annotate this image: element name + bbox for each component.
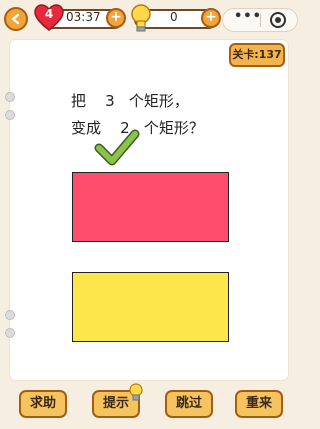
plus-icon: + <box>205 9 217 25</box>
back-button[interactable] <box>4 7 28 31</box>
back-arrow-icon <box>11 13 20 25</box>
add-hint-button[interactable]: + <box>201 8 221 28</box>
add-lives-button[interactable]: + <box>106 8 126 28</box>
lives-count: 4 <box>44 7 54 21</box>
timer-text: 03:37 <box>66 10 101 24</box>
restart-button[interactable]: 重来 <box>235 390 283 418</box>
red-rectangle[interactable] <box>72 172 229 242</box>
plus-icon: + <box>110 9 122 25</box>
hint-count: 0 <box>170 10 178 24</box>
lightbulb-icon <box>131 4 151 32</box>
binder-ring <box>5 110 15 120</box>
lightbulb-icon <box>129 383 143 401</box>
help-button[interactable]: 求助 <box>19 390 67 418</box>
binder-ring <box>5 328 15 338</box>
binder-ring <box>5 92 15 102</box>
top-bar: 4 03:37 + 0 + ••• <box>0 0 300 38</box>
question-line-1: 把 3 个矩形， <box>71 92 189 110</box>
level-tag: 关卡:137 <box>229 43 285 67</box>
skip-button[interactable]: 跳过 <box>165 390 213 418</box>
yellow-rectangle[interactable] <box>72 272 229 342</box>
menu-dots-icon[interactable]: ••• <box>234 9 262 24</box>
capsule-divider <box>260 13 261 27</box>
checkmark-icon <box>94 129 140 166</box>
binder-ring <box>5 310 15 320</box>
target-icon[interactable] <box>270 12 286 28</box>
